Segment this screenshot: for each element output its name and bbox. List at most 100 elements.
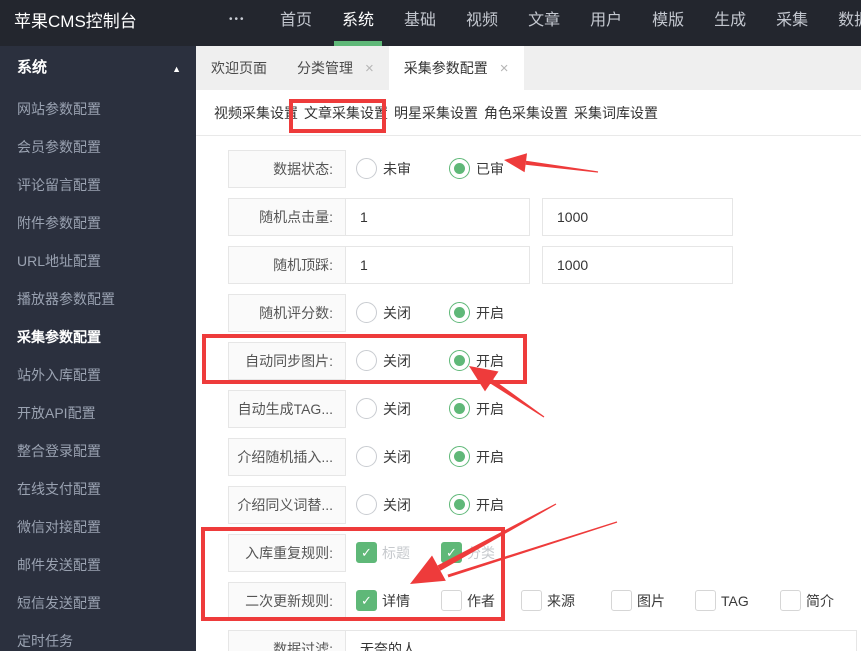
sidebar-item[interactable]: 评论留言配置 (0, 166, 196, 204)
sidebar-item[interactable]: 整合登录配置 (0, 432, 196, 470)
topnav-item[interactable]: 视频 (466, 0, 498, 46)
collapse-caret-icon: ▲ (172, 64, 181, 74)
radio-option-label[interactable]: 开启 (476, 438, 504, 476)
topnav-item[interactable]: 用户 (590, 0, 622, 46)
radio-unchecked[interactable] (356, 158, 377, 179)
menu-dots-icon[interactable]: ••• (229, 0, 246, 40)
checkbox-unchecked[interactable] (521, 590, 542, 611)
radio-option-label[interactable]: 关闭 (383, 390, 411, 428)
radio-checked[interactable] (449, 350, 470, 371)
sidebar-menu: 网站参数配置 会员参数配置 评论留言配置 附件参数配置 URL地址配置 播放器参数配置 采集… (0, 90, 196, 651)
top-bar: 苹果CMS控制台 ••• 首页系统基础视频文章用户模版生成采集数据 (0, 0, 861, 46)
radio-checked[interactable] (449, 398, 470, 419)
topnav-item[interactable]: 基础 (404, 0, 436, 46)
subtab[interactable]: 视频采集设置 (214, 91, 298, 135)
form-row: 介绍随机插入... 关闭 开启 (196, 438, 861, 476)
sidebar-item[interactable]: 在线支付配置 (0, 470, 196, 508)
form-row: 数据状态: 未审 已审 (196, 150, 861, 188)
checkbox-unchecked[interactable] (780, 590, 801, 611)
radio-option-label[interactable]: 开启 (476, 486, 504, 524)
sidebar-item[interactable]: 会员参数配置 (0, 128, 196, 166)
topnav-item[interactable]: 采集 (776, 0, 808, 46)
text-input[interactable] (345, 198, 530, 236)
tab-close-icon[interactable]: × (500, 61, 509, 76)
text-input[interactable] (542, 246, 733, 284)
field-label: 随机评分数: (228, 294, 346, 332)
radio-option-label[interactable]: 关闭 (383, 438, 411, 476)
radio-unchecked[interactable] (356, 494, 377, 515)
subtab[interactable]: 采集词库设置 (574, 91, 658, 135)
subtab[interactable]: 文章采集设置 (304, 91, 388, 135)
sidebar-item[interactable]: 开放API配置 (0, 394, 196, 432)
checkbox-option-label[interactable]: 简介 (806, 582, 834, 620)
sidebar-item[interactable]: 邮件发送配置 (0, 546, 196, 584)
radio-option-label[interactable]: 开启 (476, 390, 504, 428)
tab-label: 采集参数配置 (403, 60, 488, 76)
checkbox-unchecked[interactable] (441, 590, 462, 611)
checkbox-option-label[interactable]: 图片 (637, 582, 665, 620)
text-input[interactable] (345, 630, 857, 651)
radio-unchecked[interactable] (356, 350, 377, 371)
checkbox-checked[interactable]: ✓ (356, 590, 377, 611)
field-label: 介绍同义词替... (228, 486, 346, 524)
sidebar-item[interactable]: URL地址配置 (0, 242, 196, 280)
sidebar-item[interactable]: 短信发送配置 (0, 584, 196, 622)
radio-option-label[interactable]: 关闭 (383, 342, 411, 380)
tab[interactable]: 欢迎页面 (196, 46, 282, 90)
checkbox-option-label[interactable]: 作者 (467, 582, 495, 620)
radio-unchecked[interactable] (356, 446, 377, 467)
sidebar-item[interactable]: 附件参数配置 (0, 204, 196, 242)
radio-option-label[interactable]: 已审 (476, 150, 504, 188)
text-input[interactable] (345, 246, 530, 284)
topnav-item[interactable]: 数据 (838, 0, 861, 46)
radio-checked[interactable] (449, 302, 470, 323)
tab[interactable]: 分类管理 × (282, 46, 389, 90)
tab-close-icon[interactable]: × (365, 61, 374, 76)
radio-option-label[interactable]: 开启 (476, 342, 504, 380)
checkbox-option-label[interactable]: 来源 (547, 582, 575, 620)
topnav-item[interactable]: 文章 (528, 0, 560, 46)
radio-option-label[interactable]: 开启 (476, 294, 504, 332)
radio-unchecked[interactable] (356, 398, 377, 419)
checkbox-option-label[interactable]: TAG (721, 582, 749, 620)
checkbox-option-label[interactable]: 分类 (467, 534, 495, 572)
sidebar-item[interactable]: 采集参数配置 (0, 318, 196, 356)
tab-label: 欢迎页面 (211, 60, 267, 76)
tab[interactable]: 采集参数配置 × (388, 46, 524, 90)
checkbox-unchecked[interactable] (611, 590, 632, 611)
field-label: 介绍随机插入... (228, 438, 346, 476)
field-label: 自动同步图片: (228, 342, 346, 380)
sidebar-item[interactable]: 微信对接配置 (0, 508, 196, 546)
checkbox-option-label[interactable]: 标题 (382, 534, 410, 572)
radio-checked[interactable] (449, 158, 470, 179)
radio-checked[interactable] (449, 446, 470, 467)
radio-unchecked[interactable] (356, 302, 377, 323)
radio-checked[interactable] (449, 494, 470, 515)
text-input[interactable] (542, 198, 733, 236)
topnav-item[interactable]: 首页 (280, 0, 312, 46)
subtab[interactable]: 明星采集设置 (394, 91, 478, 135)
field-label: 随机点击量: (228, 198, 346, 236)
form-row: 数据过滤: (196, 630, 861, 651)
radio-option-label[interactable]: 关闭 (383, 294, 411, 332)
field-label: 自动生成TAG... (228, 390, 346, 428)
sidebar-item[interactable]: 播放器参数配置 (0, 280, 196, 318)
checkbox-unchecked[interactable] (695, 590, 716, 611)
subtab[interactable]: 角色采集设置 (484, 91, 568, 135)
field-label: 二次更新规则: (228, 582, 346, 620)
checkbox-option-label[interactable]: 详情 (382, 582, 410, 620)
checkbox-checked[interactable]: ✓ (356, 542, 377, 563)
subtab-bar: 视频采集设置 文章采集设置 明星采集设置 角色采集设置 采集词库设置 (196, 90, 861, 136)
app-window: 苹果CMS控制台 ••• 首页系统基础视频文章用户模版生成采集数据 系统 ▲ 网… (0, 0, 861, 651)
top-nav: 首页系统基础视频文章用户模版生成采集数据 (280, 0, 861, 46)
radio-option-label[interactable]: 未审 (383, 150, 411, 188)
sidebar-group-header[interactable]: 系统 ▲ (0, 46, 196, 90)
topnav-item[interactable]: 系统 (334, 0, 383, 46)
checkbox-checked[interactable]: ✓ (441, 542, 462, 563)
radio-option-label[interactable]: 关闭 (383, 486, 411, 524)
topnav-item[interactable]: 生成 (714, 0, 746, 46)
sidebar-item[interactable]: 站外入库配置 (0, 356, 196, 394)
sidebar-item[interactable]: 定时任务 (0, 622, 196, 651)
topnav-item[interactable]: 模版 (652, 0, 684, 46)
sidebar-item[interactable]: 网站参数配置 (0, 90, 196, 128)
